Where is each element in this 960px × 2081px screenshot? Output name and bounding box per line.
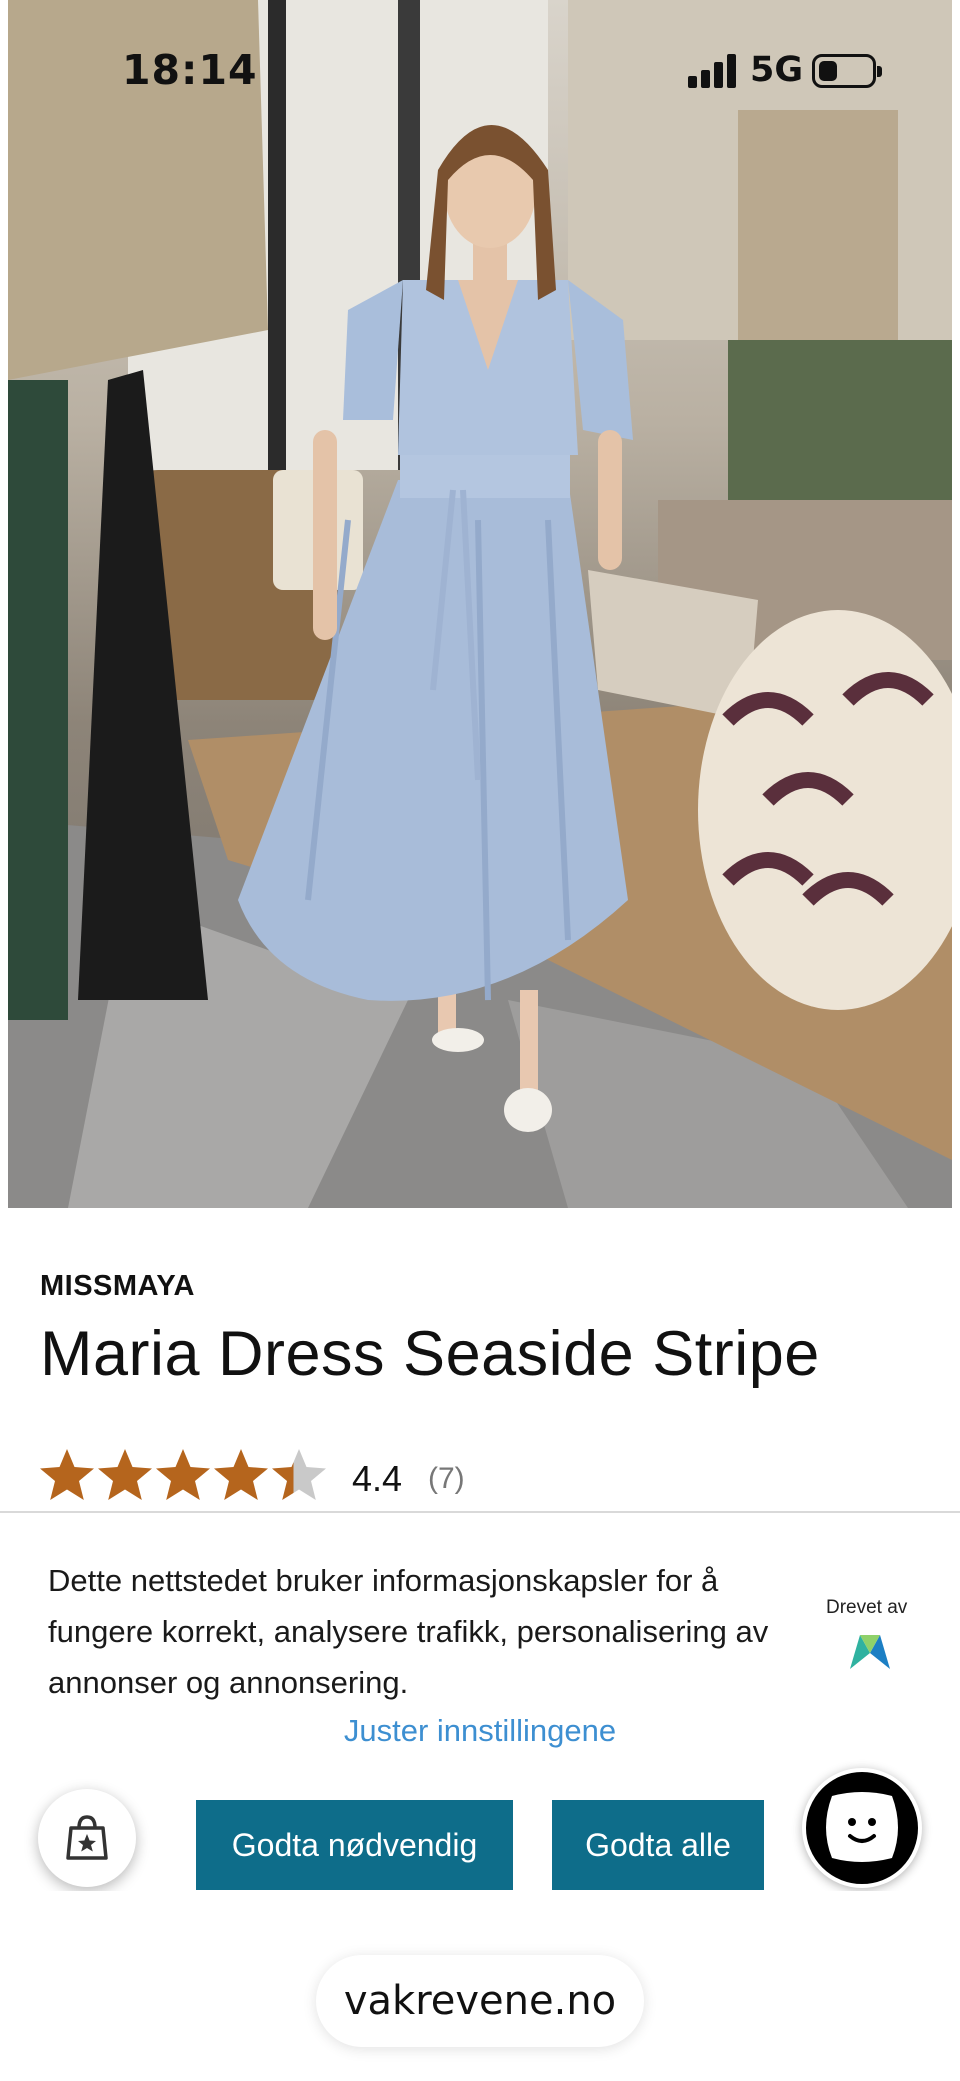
battery-icon [812, 54, 882, 88]
star-icon [156, 1449, 210, 1500]
star-icon [40, 1449, 94, 1500]
signal-icon [688, 52, 738, 88]
chat-face-icon [826, 1792, 898, 1862]
star-icon [214, 1449, 268, 1500]
shopping-bag-icon [66, 1815, 108, 1860]
browser-bottom-bar: vakrevene.no [0, 1891, 960, 2081]
accept-all-button[interactable]: Godta alle [552, 1800, 764, 1890]
product-photo-illustration [8, 0, 952, 1208]
address-bar[interactable]: vakrevene.no [316, 1955, 644, 2047]
cookie-text: Dette nettstedet bruker informasjonskaps… [48, 1563, 769, 1700]
shopping-bag-button[interactable] [38, 1789, 136, 1887]
star-icon [272, 1449, 326, 1500]
rating-stars [38, 1446, 328, 1504]
status-time: 18:14 [122, 46, 258, 94]
rating-value: 4.4 [352, 1458, 403, 1499]
accept-necessary-button[interactable]: Godta nødvendig [196, 1800, 513, 1890]
chat-button[interactable] [802, 1768, 922, 1888]
star-icon [98, 1449, 152, 1500]
adjust-settings-link[interactable]: Juster innstillingene [0, 1713, 960, 1749]
product-title: Maria Dress Seaside Stripe [40, 1319, 820, 1389]
status-bar: 18:14 5G [0, 0, 960, 140]
product-rating[interactable]: 4.4 (7) [38, 1446, 638, 1506]
powered-by-logo-icon [850, 1635, 890, 1669]
product-brand[interactable]: MISSMAYA [40, 1270, 195, 1303]
powered-by-label: Drevet av [826, 1597, 908, 1618]
rating-count: (7) [428, 1462, 465, 1495]
product-image[interactable] [8, 0, 952, 1208]
network-type: 5G [750, 50, 804, 90]
